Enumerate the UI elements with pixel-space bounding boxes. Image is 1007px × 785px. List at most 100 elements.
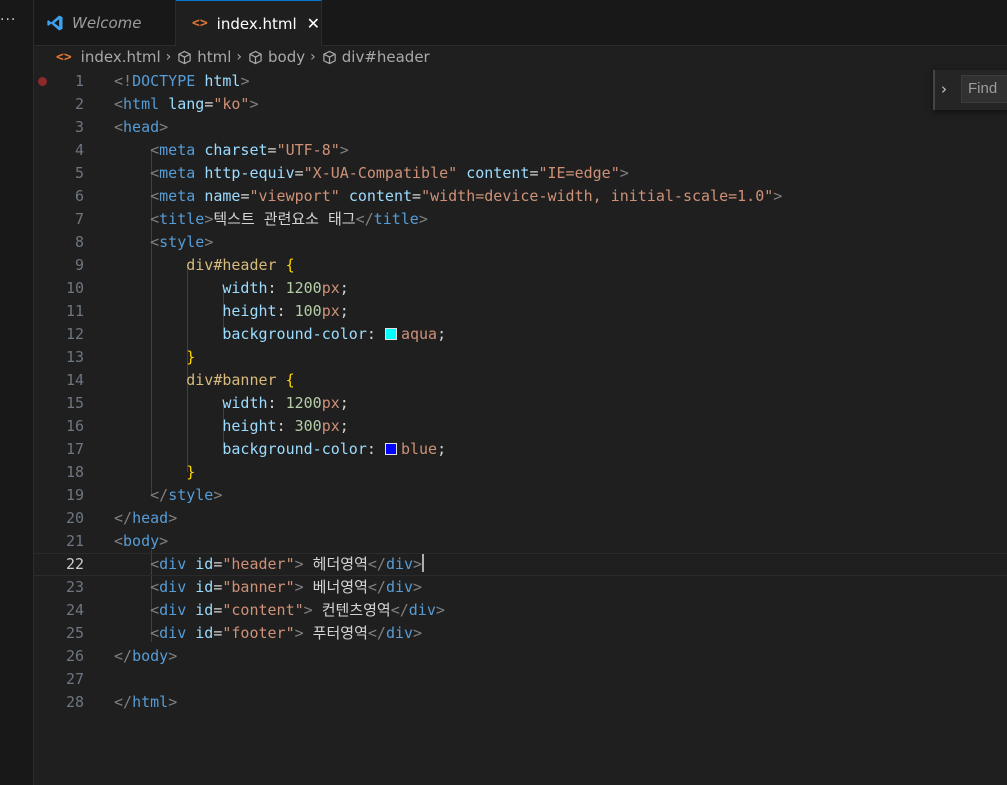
code-line[interactable]: 3 <head> — [34, 116, 1007, 139]
code-line[interactable]: 24 <div id="content"> 컨텐츠영역</div> — [34, 599, 1007, 622]
code-line[interactable]: 18 } — [34, 461, 1007, 484]
line-number: 3 — [74, 118, 84, 136]
line-number: 10 — [65, 279, 84, 297]
code-text: <div id="header"> 헤더영역</div> — [150, 554, 425, 573]
code-line[interactable]: 17 background-color: blue; — [34, 438, 1007, 461]
line-number: 22 — [65, 555, 84, 573]
code-line[interactable]: 26 </body> — [34, 645, 1007, 668]
more-actions-button[interactable]: ··· — [0, 12, 20, 28]
breadcrumb-label: index.html — [80, 48, 161, 66]
code-text: <div id="footer"> 푸터영역</div> — [150, 624, 423, 642]
find-input[interactable]: Find — [961, 75, 1007, 103]
element-cube-icon — [178, 50, 191, 64]
code-text: <body> — [114, 532, 169, 550]
code-text: height: 300px; — [222, 417, 349, 435]
breadcrumb-item-body[interactable]: body — [248, 48, 305, 66]
line-number: 21 — [65, 532, 84, 550]
line-number: 28 — [65, 693, 84, 711]
color-swatch[interactable] — [384, 328, 397, 340]
code-line[interactable]: 14 div#banner { — [34, 369, 1007, 392]
code-line[interactable]: 28 </html> — [34, 691, 1007, 714]
breadcrumb-item-div-header[interactable]: div#header — [322, 48, 430, 66]
element-cube-icon — [323, 50, 336, 64]
code-text: <meta charset="UTF-8"> — [150, 141, 349, 159]
code-text: height: 100px; — [222, 302, 349, 320]
breadcrumb-item-file[interactable]: <> index.html — [56, 48, 161, 66]
code-text: </html> — [114, 693, 178, 711]
code-text: div#header { — [186, 256, 295, 274]
code-text: </head> — [114, 509, 178, 527]
code-line[interactable]: 22 <div id="header"> 헤더영역</div> — [34, 553, 1007, 576]
breadcrumb-label: body — [268, 48, 306, 66]
code-text: } — [186, 348, 196, 366]
line-number: 6 — [74, 187, 84, 205]
code-line[interactable]: 2 <html lang="ko"> — [34, 93, 1007, 116]
code-text: <div id="banner"> 베너영역</div> — [150, 578, 423, 596]
chevron-right-icon: › — [165, 49, 172, 65]
code-text: <title>텍스트 관련요소 태그</title> — [150, 210, 428, 228]
line-number: 24 — [65, 601, 84, 619]
line-number: 26 — [65, 647, 84, 665]
breadcrumb: <> index.html › html › body › div#header — [34, 46, 1007, 68]
breadcrumb-item-html[interactable]: html — [177, 48, 231, 66]
code-line[interactable]: 27 — [34, 668, 1007, 691]
line-number: 5 — [74, 164, 84, 182]
line-number: 8 — [74, 233, 84, 251]
breadcrumb-label: html — [197, 48, 232, 66]
line-number: 16 — [65, 417, 84, 435]
close-tab-button[interactable]: ✕ — [307, 14, 320, 33]
line-number: 2 — [74, 95, 84, 113]
line-number: 23 — [65, 578, 84, 596]
code-text: } — [186, 463, 196, 481]
line-number: 15 — [65, 394, 84, 412]
code-line[interactable]: 23 <div id="banner"> 베너영역</div> — [34, 576, 1007, 599]
code-line[interactable]: 20 </head> — [34, 507, 1007, 530]
code-text: div#banner { — [186, 371, 295, 389]
tab-index-html[interactable]: <> index.html ✕ — [176, 0, 322, 46]
code-line[interactable]: 16 height: 300px; — [34, 415, 1007, 438]
find-widget: › Find — [933, 70, 1007, 110]
code-text: </body> — [114, 647, 178, 665]
code-line[interactable]: 8 <style> — [34, 231, 1007, 254]
line-number: 18 — [65, 463, 84, 481]
line-number: 12 — [65, 325, 84, 343]
code-line[interactable]: 12 background-color: aqua; — [34, 323, 1007, 346]
breadcrumb-label: div#header — [341, 48, 430, 66]
code-text: </style> — [150, 486, 223, 504]
code-line[interactable]: 19 </style> — [34, 484, 1007, 507]
line-number: 9 — [74, 256, 84, 274]
code-text: <style> — [150, 233, 214, 251]
code-line[interactable]: 4 <meta charset="UTF-8"> — [34, 139, 1007, 162]
tab-welcome[interactable]: Welcome — [34, 0, 176, 45]
code-line[interactable]: 21 <body> — [34, 530, 1007, 553]
html-file-icon: <> — [56, 49, 72, 65]
code-text: width: 1200px; — [222, 279, 349, 297]
line-number: 14 — [65, 371, 84, 389]
code-line[interactable]: 1 <!DOCTYPE html> — [34, 70, 1007, 93]
code-line[interactable]: 11 height: 100px; — [34, 300, 1007, 323]
html-file-icon: <> — [192, 16, 208, 31]
line-number: 7 — [74, 210, 84, 228]
code-text: <div id="content"> 컨텐츠영역</div> — [150, 601, 445, 619]
tab-label: Welcome — [72, 13, 142, 32]
code-line[interactable]: 6 <meta name="viewport" content="width=d… — [34, 185, 1007, 208]
toggle-replace-button[interactable]: › — [941, 80, 947, 98]
vscode-logo-icon — [47, 15, 63, 30]
code-line[interactable]: 15 width: 1200px; — [34, 392, 1007, 415]
code-line[interactable]: 7 <title>텍스트 관련요소 태그</title> — [34, 208, 1007, 231]
line-number: 20 — [65, 509, 84, 527]
code-line[interactable]: 13 } — [34, 346, 1007, 369]
line-number: 19 — [65, 486, 84, 504]
code-line[interactable]: 5 <meta http-equiv="X-UA-Compatible" con… — [34, 162, 1007, 185]
code-line[interactable]: 9 div#header { — [34, 254, 1007, 277]
code-text: background-color: aqua; — [222, 325, 447, 343]
line-number: 25 — [65, 624, 84, 642]
code-line[interactable]: 25 <div id="footer"> 푸터영역</div> — [34, 622, 1007, 645]
code-editor[interactable]: 1 <!DOCTYPE html> 2 <html lang="ko"> 3 <head>… — [34, 69, 1007, 785]
code-line[interactable]: 10 width: 1200px; — [34, 277, 1007, 300]
text-cursor — [422, 554, 425, 572]
code-text: <meta http-equiv="X-UA-Compatible" conte… — [150, 164, 629, 182]
code-text: <html lang="ko"> — [114, 95, 259, 113]
color-swatch[interactable] — [384, 443, 397, 455]
line-number: 27 — [65, 670, 84, 688]
